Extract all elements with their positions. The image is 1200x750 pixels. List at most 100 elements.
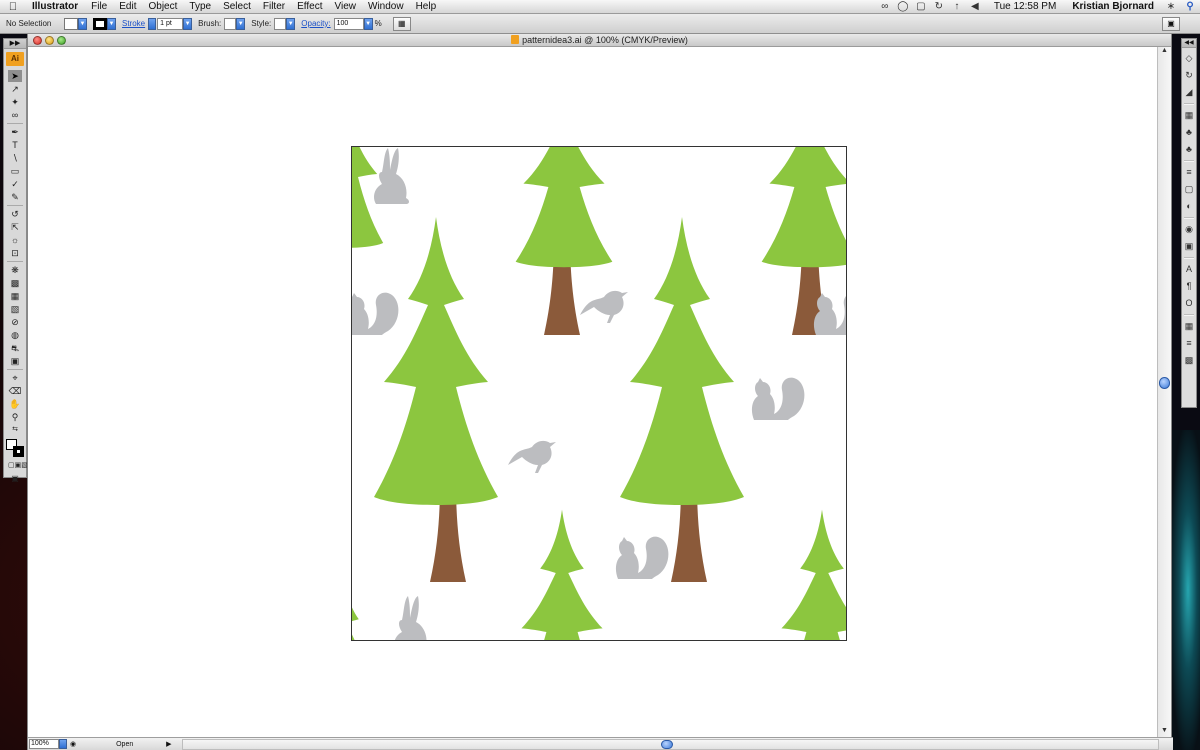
stroke-color-swatch[interactable] <box>13 446 24 457</box>
pathfinder-icon[interactable]: ▩ <box>1183 354 1195 367</box>
selection-tool-icon[interactable]: ➤ <box>8 70 22 82</box>
line-segment-tool-icon[interactable]: ∖ <box>8 152 22 164</box>
bluetooth-icon[interactable]: ∗ <box>1162 1 1180 12</box>
appearance-icon[interactable]: ◉ <box>1183 223 1195 236</box>
pen-tool-icon[interactable]: ✒ <box>8 126 22 138</box>
hand-tool-icon[interactable]: ✋ <box>8 398 22 410</box>
menubar-user[interactable]: Kristian Bjornard <box>1064 1 1162 12</box>
fill-stroke-swatches[interactable] <box>6 439 24 457</box>
menu-select[interactable]: Select <box>217 1 257 12</box>
character-icon[interactable]: A <box>1183 263 1195 276</box>
swap-colors-icon[interactable]: ⇆ <box>8 424 22 436</box>
align-icon[interactable]: ≡ <box>1183 337 1195 350</box>
paintbrush-tool-icon[interactable]: ✓ <box>8 178 22 190</box>
eyedropper-tool-icon[interactable]: ⊘ <box>8 316 22 328</box>
brush-dropdown[interactable]: ▼ <box>236 17 246 30</box>
stroke-color-dropdown[interactable]: ▼ <box>107 17 116 30</box>
zoom-window-button[interactable] <box>57 36 66 45</box>
recolor-artwork-button[interactable]: ▦ <box>392 16 411 31</box>
menu-object[interactable]: Object <box>142 1 183 12</box>
swatches-icon[interactable]: ▦ <box>1183 109 1195 122</box>
menu-filter[interactable]: Filter <box>257 1 291 12</box>
stroke-weight-stepper[interactable] <box>148 17 157 30</box>
time-machine-icon[interactable]: ◯ <box>894 1 912 12</box>
menu-view[interactable]: View <box>329 1 363 12</box>
column-graph-tool-icon[interactable]: ▩ <box>8 277 22 289</box>
warp-tool-icon[interactable]: ☼ <box>8 234 22 246</box>
status-menu-arrow-icon[interactable]: ▶ <box>166 740 171 748</box>
artboard[interactable] <box>351 146 847 641</box>
stroke-swatch[interactable] <box>93 17 107 30</box>
layers-icon[interactable]: ◇ <box>1183 52 1195 65</box>
navigator-icon[interactable]: ↻ <box>1183 69 1195 82</box>
type-tool-icon[interactable]: T <box>8 139 22 151</box>
screen-mode-icon[interactable]: ▣ <box>8 473 22 485</box>
rotate-tool-icon[interactable]: ↺ <box>8 208 22 220</box>
blend-tool-icon[interactable]: ◍ <box>8 329 22 341</box>
live-paint-selection-tool-icon[interactable]: ▣ <box>8 355 22 367</box>
pencil-tool-icon[interactable]: ✎ <box>8 191 22 203</box>
scale-tool-icon[interactable]: ⇱ <box>8 221 22 233</box>
live-paint-bucket-tool-icon[interactable]: ⛐ <box>8 342 22 354</box>
style-field[interactable] <box>274 17 287 30</box>
minimize-window-button[interactable] <box>45 36 54 45</box>
horizontal-scrollbar[interactable] <box>181 738 1159 750</box>
style-dropdown[interactable]: ▼ <box>286 17 296 30</box>
volume-icon[interactable]: ◀ <box>966 1 984 12</box>
sync-icon[interactable]: ↻ <box>930 1 948 12</box>
transform-icon[interactable]: ▦ <box>1183 320 1195 333</box>
brushes-icon[interactable]: ♣ <box>1183 143 1195 156</box>
symbol-sprayer-tool-icon[interactable]: ❋ <box>8 264 22 276</box>
stroke-link[interactable]: Stroke <box>122 19 145 28</box>
opentype-icon[interactable]: O <box>1183 297 1195 310</box>
document-title-bar[interactable]: patternidea3.ai @ 100% (CMYK/Preview) <box>28 34 1171 47</box>
version-cue-icon[interactable]: ◉ <box>70 740 76 748</box>
fill-dropdown[interactable]: ▼ <box>78 17 87 30</box>
stroke-icon[interactable]: ≡ <box>1183 166 1195 179</box>
menu-edit[interactable]: Edit <box>113 1 142 12</box>
info-icon[interactable]: ◢ <box>1183 86 1195 99</box>
crop-area-tool-icon[interactable]: ⌖ <box>8 372 22 384</box>
lasso-tool-icon[interactable]: ∞ <box>8 109 22 121</box>
zoom-dropdown[interactable] <box>59 739 67 749</box>
stroke-weight-dropdown[interactable]: ▼ <box>183 17 193 30</box>
display-icon[interactable]: ▢ <box>912 1 930 12</box>
menu-file[interactable]: File <box>85 1 113 12</box>
paragraph-icon[interactable]: ¶ <box>1183 280 1195 293</box>
vertical-scroll-thumb[interactable] <box>1159 377 1170 389</box>
symbols-icon[interactable]: ♣ <box>1183 126 1195 139</box>
spotlight-icon[interactable]: ⚲ <box>1180 1 1200 12</box>
brush-field[interactable] <box>224 17 237 30</box>
stroke-weight-field[interactable]: 1 pt <box>157 17 184 30</box>
magic-wand-tool-icon[interactable]: ✦ <box>8 96 22 108</box>
opacity-dropdown[interactable]: ▼ <box>363 17 373 30</box>
menu-type[interactable]: Type <box>183 1 217 12</box>
rectangle-tool-icon[interactable]: ▭ <box>8 165 22 177</box>
menu-effect[interactable]: Effect <box>291 1 328 12</box>
menu-window[interactable]: Window <box>362 1 410 12</box>
gradient-tool-icon[interactable]: ▧ <box>8 303 22 315</box>
scroll-up-icon[interactable]: ▲ <box>1158 47 1171 57</box>
opacity-link[interactable]: Opacity: <box>301 19 330 28</box>
zoom-tool-icon[interactable]: ⚲ <box>8 411 22 423</box>
horizontal-scroll-thumb[interactable] <box>660 739 673 749</box>
free-transform-tool-icon[interactable]: ⊡ <box>8 247 22 259</box>
eraser-tool-icon[interactable]: ⌫ <box>8 385 22 397</box>
scroll-down-icon[interactable]: ▼ <box>1158 727 1171 737</box>
graphic-styles-icon[interactable]: ▣ <box>1183 240 1195 253</box>
direct-selection-tool-icon[interactable]: ↗ <box>8 83 22 95</box>
app-menu-illustrator[interactable]: Illustrator <box>26 1 85 12</box>
opacity-field[interactable]: 100 <box>333 17 364 30</box>
transparency-icon[interactable]: ◐ <box>1183 200 1195 213</box>
menubar-clock[interactable]: Tue 12:58 PM <box>984 1 1064 12</box>
color-none-gradient-icon[interactable]: ▢▣▧ <box>8 460 28 472</box>
tools-panel-grip[interactable]: ▶▶ <box>4 39 26 49</box>
fill-swatch[interactable] <box>64 17 78 30</box>
vertical-scrollbar[interactable]: ▲ ▼ <box>1157 47 1171 737</box>
apple-icon[interactable]:  <box>0 1 26 13</box>
wifi-icon[interactable]: ↑ <box>948 1 966 12</box>
zoom-level-field[interactable]: 100% <box>29 739 59 749</box>
menu-help[interactable]: Help <box>410 1 443 12</box>
close-window-button[interactable] <box>33 36 42 45</box>
document-setup-button[interactable]: ▣ <box>1162 16 1180 31</box>
